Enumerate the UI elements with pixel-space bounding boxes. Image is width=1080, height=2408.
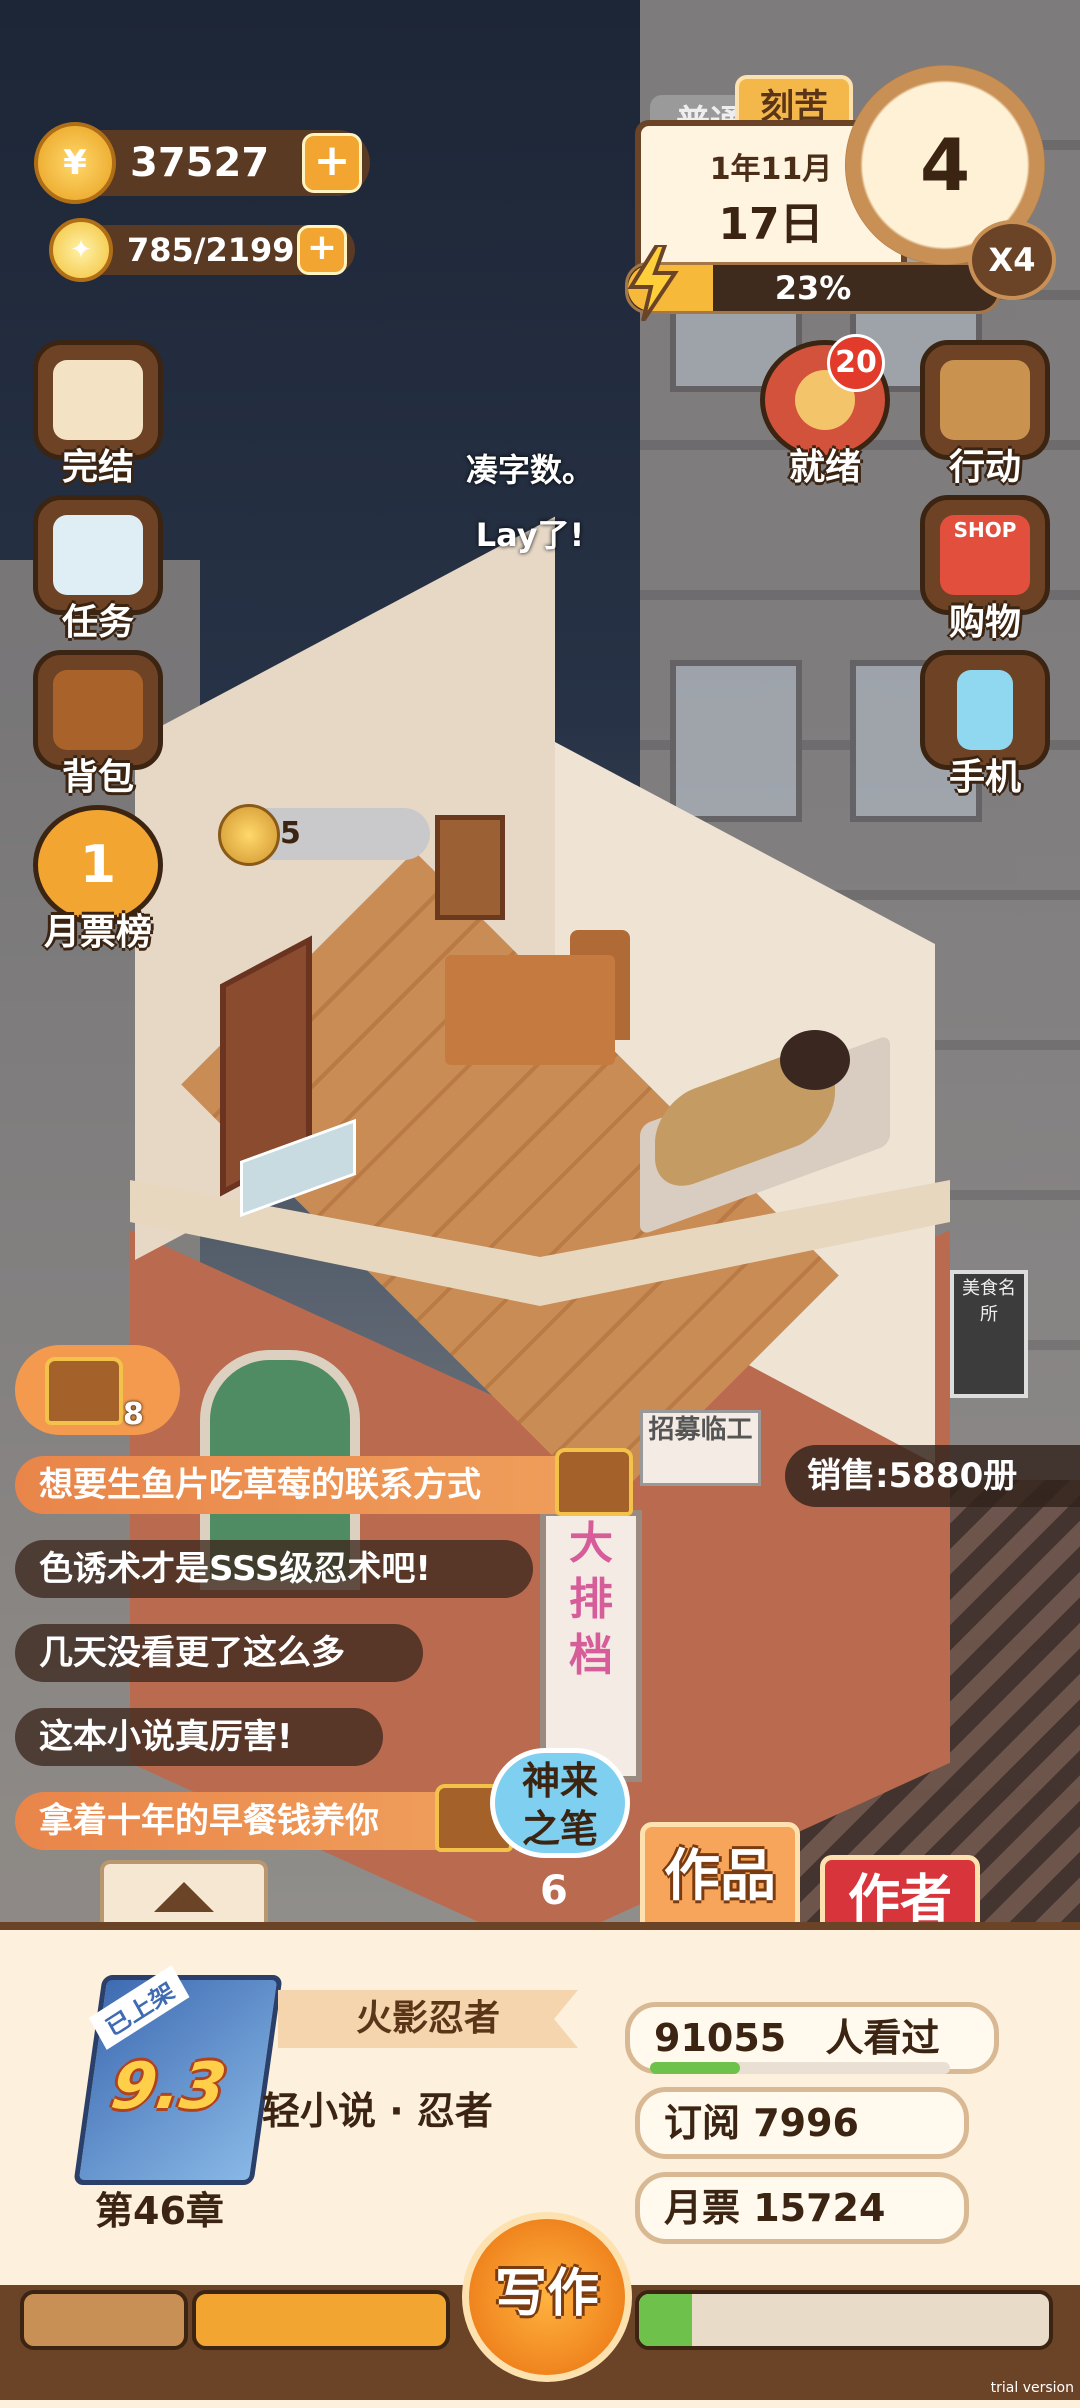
readers-label: 人看过 [825, 2016, 940, 2060]
readers-progress [650, 2062, 950, 2074]
lightning-icon[interactable] [625, 245, 681, 321]
inspiration-value: 785/2199 [127, 231, 295, 269]
speed-button[interactable]: X4 [968, 220, 1056, 300]
menu-action[interactable]: 行动 [915, 340, 1055, 488]
treasure-chest-icon[interactable] [555, 1448, 633, 1516]
monthly-votes-stat: 月票 15724 [635, 2172, 969, 2244]
coin-collect-bubble[interactable]: 5 [218, 804, 430, 866]
menu-tasks-label: 任务 [61, 602, 134, 643]
comment-text: 想要生鱼片吃草莓的联系方式 [39, 1465, 481, 1505]
shop-sign-text: SHOP [940, 515, 1030, 595]
lightbulb-icon: ✦ [49, 218, 113, 282]
book-genre: 轻小说 · 忍者 [262, 2089, 493, 2133]
writing-progress-bar [635, 2290, 1053, 2350]
wall-sign: 美食名所 [950, 1270, 1028, 1398]
vertical-shop-sign: 大 排 档 [540, 1510, 642, 1782]
sleeping-character[interactable] [780, 1030, 850, 1090]
comment-4: 这本小说真厉害! [15, 1708, 383, 1766]
menu-shop-label: 购物 [948, 602, 1021, 643]
medal-number: 1 [79, 835, 117, 895]
skill-label-1: 神来 [521, 1759, 598, 1803]
inspiration-bar: ✦ 785/2199 + [49, 218, 355, 282]
menu-complete-label: 完结 [61, 447, 134, 488]
menu-ready[interactable]: 20 就绪 [755, 334, 895, 488]
add-inspiration-button[interactable]: + [297, 225, 347, 275]
menu-monthly-ranking-label: 月票榜 [43, 912, 152, 953]
writing-progress-fill [639, 2294, 693, 2346]
menu-phone[interactable]: 手机 [915, 650, 1055, 798]
sign-char-3: 档 [569, 1630, 613, 1681]
menu-monthly-ranking[interactable]: 1 月票榜 [28, 805, 168, 953]
recruit-sign: 招募临工 [640, 1410, 761, 1486]
progress-segment-left [20, 2290, 188, 2350]
comment-2: 色诱术才是SSS级忍术吧! [15, 1540, 533, 1598]
comment-3: 几天没看更了这么多 [15, 1624, 423, 1682]
comment-text: 拿着十年的早餐钱养你 [39, 1801, 379, 1841]
coin-icon: ¥ [34, 122, 116, 204]
treasure-chest-icon [45, 1357, 123, 1425]
comment-text: 几天没看更了这么多 [39, 1633, 345, 1673]
sales-label: 销售:5880册 [785, 1445, 1080, 1507]
chevron-up-icon [154, 1882, 214, 1912]
bubble-count: 5 [280, 816, 301, 851]
menu-backpack[interactable]: 背包 [28, 650, 168, 798]
comment-text: 色诱术才是SSS级忍术吧! [39, 1549, 431, 1589]
coins-bar: ¥ 37527 + [34, 122, 370, 204]
sign-char-2: 排 [569, 1574, 613, 1625]
room-window [435, 815, 505, 920]
sign-char-1: 大 [569, 1518, 613, 1569]
chapter-label: 第46章 [95, 2189, 224, 2233]
thought-text-2: Lay了! [475, 516, 585, 554]
comment-1[interactable]: 想要生鱼片吃草莓的联系方式 [15, 1456, 628, 1514]
skill-count: 6 [540, 1868, 568, 1914]
comment-text: 这本小说真厉害! [39, 1717, 293, 1757]
clock-number: 4 [919, 123, 971, 207]
writing-desk[interactable] [445, 955, 615, 1065]
thought-text-1: 凑字数。 [465, 451, 594, 489]
skill-label-2: 之笔 [521, 1807, 598, 1851]
readers-number: 91055 [654, 2016, 787, 2060]
subscribe-stat: 订阅 7996 [635, 2087, 969, 2159]
ready-badge: 20 [827, 334, 885, 392]
book-cover[interactable]: 已上架 9.3 [73, 1965, 283, 2185]
menu-ready-label: 就绪 [788, 447, 861, 488]
coins-value: 37527 [130, 140, 270, 186]
watermark: trial version [990, 2380, 1074, 2396]
energy-percent: 23% [774, 269, 852, 307]
energy-bar: 23% [625, 262, 1001, 314]
menu-phone-label: 手机 [948, 757, 1021, 798]
coin-icon [218, 804, 280, 866]
menu-action-label: 行动 [948, 447, 1021, 488]
shelf-tag: 已上架 [88, 1965, 190, 2050]
book-title: 火影忍者 [278, 1990, 578, 2048]
add-coins-button[interactable]: + [302, 133, 362, 193]
menu-shop[interactable]: SHOP 购物 [915, 495, 1055, 643]
inspiration-skill-button[interactable]: 神来 之笔 [490, 1748, 630, 1858]
menu-tasks[interactable]: 任务 [28, 495, 168, 643]
menu-backpack-label: 背包 [61, 757, 134, 798]
menu-complete[interactable]: 完结 [28, 340, 168, 488]
treasure-chest-button[interactable]: 8 [15, 1345, 180, 1435]
chest-count: 8 [123, 1397, 144, 1432]
write-button[interactable]: 写作 [462, 2212, 632, 2382]
book-score: 9.3 [106, 2050, 231, 2124]
readers-progress-fill [650, 2062, 740, 2074]
comment-5[interactable]: 拿着十年的早餐钱养你 [15, 1792, 503, 1850]
progress-segment-mid [192, 2290, 450, 2350]
